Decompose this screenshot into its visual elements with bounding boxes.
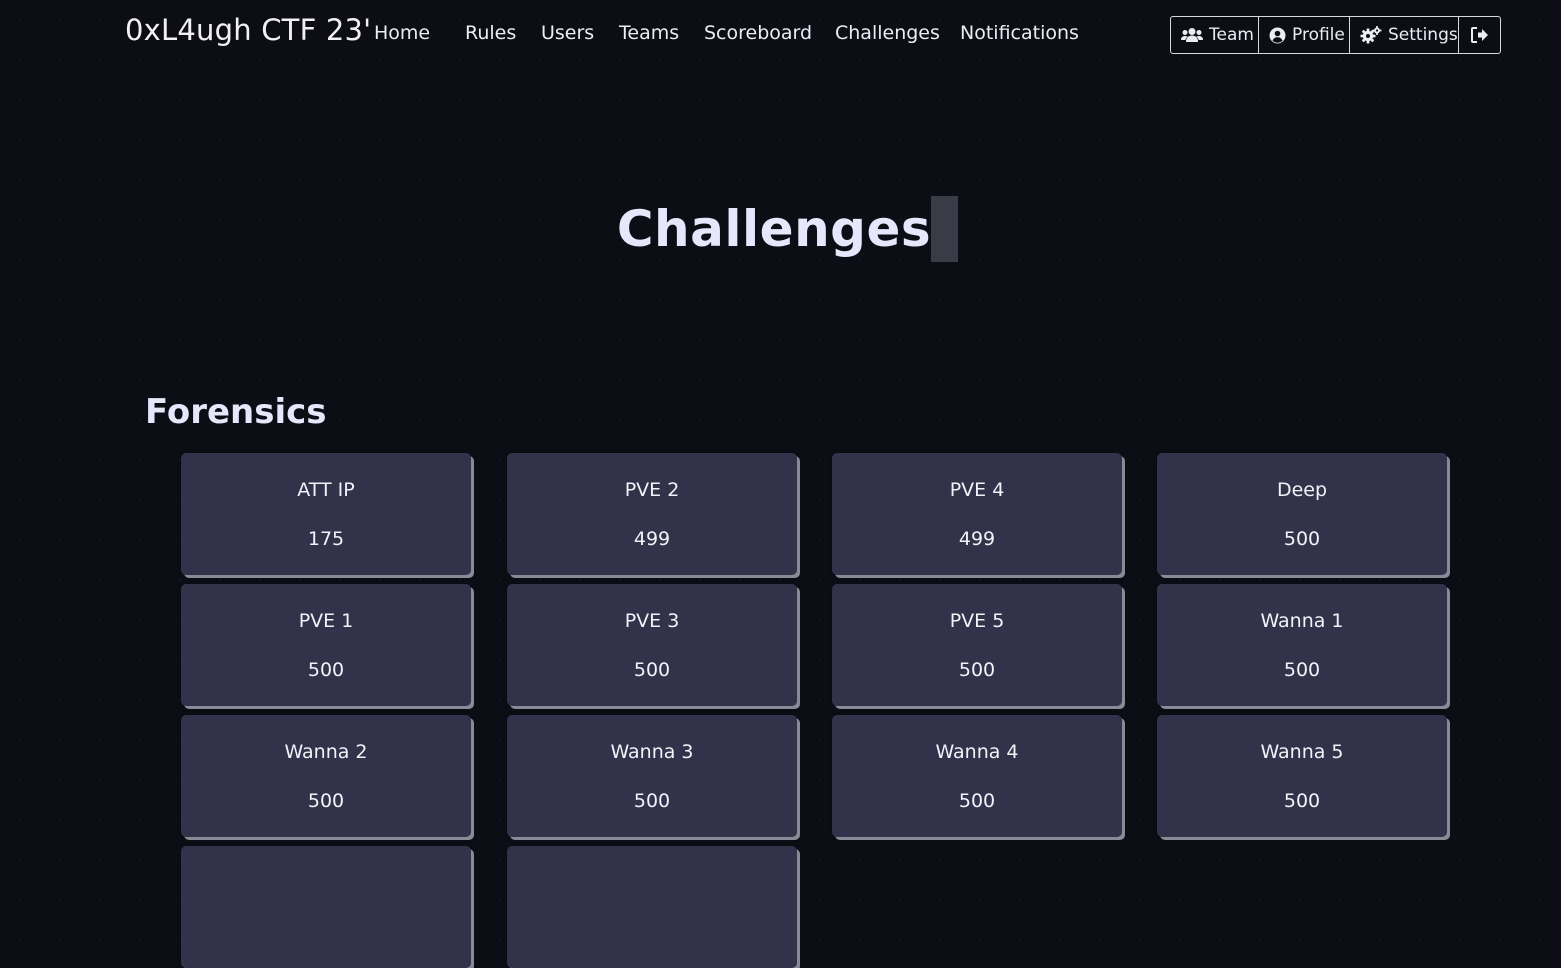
settings-button[interactable]: Settings — [1350, 17, 1459, 53]
challenge-card-partial[interactable] — [181, 846, 471, 968]
nav-notifications[interactable]: Notifications — [960, 22, 1079, 44]
challenge-name: PVE 3 — [624, 610, 680, 632]
challenge-card-partial[interactable] — [507, 846, 797, 968]
page-header: Challenges — [0, 196, 1561, 276]
challenge-card[interactable]: Wanna 5 500 — [1157, 715, 1447, 837]
challenge-name: Deep — [1276, 479, 1328, 501]
challenge-points: 500 — [1283, 790, 1321, 812]
users-icon — [1181, 27, 1203, 43]
challenge-card[interactable]: PVE 5 500 — [832, 584, 1122, 706]
challenge-card[interactable]: PVE 3 500 — [507, 584, 797, 706]
challenge-card[interactable]: ATT IP 175 — [181, 453, 471, 575]
challenge-card[interactable]: Wanna 2 500 — [181, 715, 471, 837]
category-title-forensics: Forensics — [145, 392, 327, 432]
challenge-points: 175 — [307, 528, 345, 550]
challenge-name: Wanna 4 — [935, 741, 1019, 763]
challenge-points: 500 — [958, 790, 996, 812]
challenge-name: ATT IP — [297, 479, 355, 501]
profile-button-label: Profile — [1292, 25, 1345, 45]
challenge-points: 500 — [1283, 528, 1321, 550]
user-button-group: Team Profile Settings — [1170, 16, 1501, 54]
challenge-name: Wanna 3 — [610, 741, 694, 763]
challenge-name: PVE 4 — [949, 479, 1005, 501]
challenge-card[interactable]: Wanna 3 500 — [507, 715, 797, 837]
nav-home[interactable]: Home — [374, 22, 430, 44]
challenge-name: PVE 2 — [624, 479, 680, 501]
challenge-points: 500 — [633, 659, 671, 681]
challenge-name: Wanna 5 — [1260, 741, 1344, 763]
challenge-points: 500 — [1283, 659, 1321, 681]
challenge-card[interactable]: Wanna 4 500 — [832, 715, 1122, 837]
challenge-card[interactable]: PVE 1 500 — [181, 584, 471, 706]
challenge-card[interactable]: PVE 2 499 — [507, 453, 797, 575]
navbar: 0xL4ugh CTF 23' Home Rules Users Teams S… — [0, 0, 1561, 72]
challenge-name: PVE 5 — [949, 610, 1005, 632]
nav-rules[interactable]: Rules — [465, 22, 516, 44]
challenge-points: 500 — [633, 790, 671, 812]
challenge-points: 500 — [307, 659, 345, 681]
gears-icon — [1360, 26, 1382, 44]
typing-cursor — [931, 196, 959, 262]
profile-button[interactable]: Profile — [1259, 17, 1350, 53]
team-button[interactable]: Team — [1171, 17, 1259, 53]
page-title: Challenges — [616, 200, 932, 258]
challenge-name: PVE 1 — [298, 610, 354, 632]
challenge-name: Wanna 1 — [1260, 610, 1344, 632]
challenge-card[interactable]: PVE 4 499 — [832, 453, 1122, 575]
nav-teams[interactable]: Teams — [619, 22, 679, 44]
challenge-points: 500 — [307, 790, 345, 812]
nav-users[interactable]: Users — [541, 22, 594, 44]
challenge-card[interactable]: Wanna 1 500 — [1157, 584, 1447, 706]
nav-scoreboard[interactable]: Scoreboard — [704, 22, 812, 44]
challenge-points: 500 — [958, 659, 996, 681]
brand-logo[interactable]: 0xL4ugh CTF 23' — [125, 13, 371, 47]
nav-challenges[interactable]: Challenges — [835, 22, 940, 44]
settings-button-label: Settings — [1388, 25, 1458, 45]
challenge-points: 499 — [633, 528, 671, 550]
challenge-card[interactable]: Deep 500 — [1157, 453, 1447, 575]
logout-button[interactable] — [1459, 17, 1500, 53]
sign-out-icon — [1470, 27, 1489, 43]
challenge-points: 499 — [958, 528, 996, 550]
team-button-label: Team — [1209, 25, 1254, 45]
user-circle-icon — [1269, 27, 1286, 44]
challenge-name: Wanna 2 — [284, 741, 368, 763]
